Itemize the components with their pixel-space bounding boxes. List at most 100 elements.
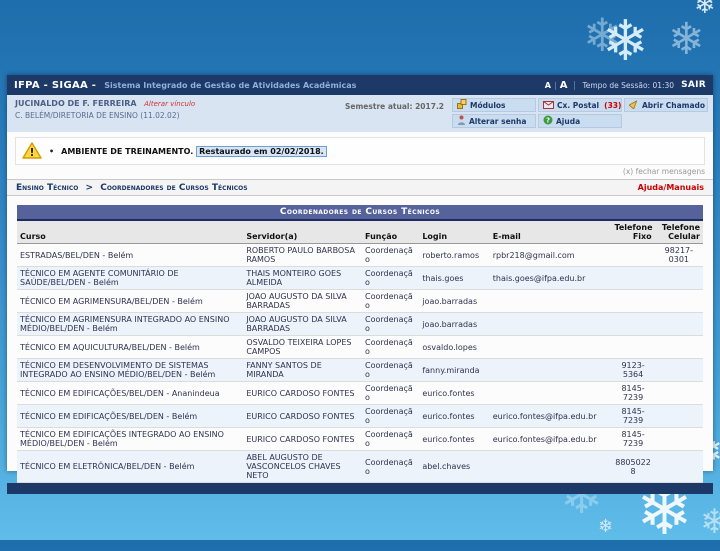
cell-curso: TÉCNICO EM EDIFICAÇÕES/BEL/DEN - Ananind… (17, 381, 244, 405)
modules-icon (457, 99, 467, 111)
cell-email (489, 381, 612, 405)
cell-servidor: ROBERTO PAULO BARBOSA RAMOS (243, 243, 362, 267)
cell-curso: TÉCNICO EM ELETRÔNICA/BEL/DEN - Belém (17, 450, 244, 483)
table-row: TÉCNICO EM EDIFICAÇÕES/BEL/DEN - Belém EU… (17, 404, 703, 428)
breadcrumb-current-page: Coordenadores de Cursos Técnicos (100, 182, 248, 193)
cell-funcao: Coordenação (362, 450, 420, 483)
open-ticket-button-label: Abrir Chamado (642, 100, 706, 110)
cell-email (489, 289, 612, 313)
messages-panel: ! • AMBIENTE DE TREINAMENTO. Restaurado … (15, 137, 705, 176)
cell-funcao: Coordenação (362, 289, 420, 313)
font-control-separator: | (553, 80, 557, 90)
font-increase-button[interactable]: A (560, 80, 568, 91)
cell-servidor: FANNY SANTOS DE MIRANDA (243, 358, 362, 382)
cell-servidor: ABEL AUGUSTO DE VASCONCELOS CHAVES NETO (243, 450, 362, 483)
user-info-bar: JUCINALDO DE F. FERREIRA Alterar vínculo… (7, 95, 713, 132)
modules-button-label: Módulos (470, 100, 506, 110)
cell-login: roberto.ramos (419, 243, 490, 267)
message-bullet: • (49, 146, 55, 156)
logout-button[interactable]: SAIR (681, 80, 706, 90)
cell-login: joao.barradas (419, 289, 490, 313)
cell-fixo (611, 335, 655, 359)
cell-email: thais.goes@ifpa.edu.br (489, 266, 612, 290)
cell-celular (654, 450, 703, 483)
coordinators-table: Curso Servidor(a) Função Login E-mail Telefon… (17, 221, 703, 483)
cell-funcao: Coordenação (362, 243, 420, 267)
warning-prefix: AMBIENTE DE TREINAMENTO. (61, 146, 194, 156)
sigaa-window: IFPA - SIGAA - Sistema Integrado de Gest… (7, 75, 713, 494)
column-header: Curso (17, 221, 244, 244)
change-password-icon (457, 115, 466, 127)
current-semester: Semestre atual: 2017.2 (345, 102, 445, 111)
cell-curso: TÉCNICO EM AGRIMENSURA/BEL/DEN - Belém (17, 289, 244, 313)
cell-email: rpbr218@gmail.com (489, 243, 612, 267)
close-messages-link[interactable]: (x) fechar mensagens (15, 167, 705, 176)
open-ticket-button[interactable]: Abrir Chamado (624, 98, 708, 112)
change-password-button[interactable]: Alterar senha (452, 114, 536, 128)
change-password-button-label: Alterar senha (469, 116, 527, 126)
column-header: E-mail (489, 221, 612, 244)
table-row: TÉCNICO EM DESENVOLVIMENTO DE SISTEMAS I… (17, 358, 703, 382)
snowflake-icon (602, 14, 649, 70)
coordinators-table-body: ESTRADAS/BEL/DEN - Belém ROBERTO PAULO BA… (17, 243, 703, 483)
breadcrumb-separator: > (85, 182, 94, 193)
mailbox-button-label: Cx. Postal (557, 100, 600, 110)
help-manuals-link[interactable]: Ajuda/Manuais (638, 183, 704, 192)
cell-funcao: Coordenação (362, 381, 420, 405)
column-header: Função (362, 221, 420, 244)
column-header: Login (419, 221, 490, 244)
warning-message-text: AMBIENTE DE TREINAMENTO. Restaurado em 0… (61, 145, 327, 157)
snowflake-icon (700, 505, 720, 539)
cell-servidor: OSVALDO TEIXEIRA LOPES CAMPOS (243, 335, 362, 359)
cell-fixo: 88050228 (611, 450, 655, 483)
breadcrumb: Ensino Técnico > Coordenadores de Cursos… (16, 183, 248, 193)
cell-fixo (611, 289, 655, 313)
font-decrease-button[interactable]: A (545, 81, 551, 90)
cell-celular: 98217-0301 (654, 243, 703, 267)
mailbox-button[interactable]: Cx. Postal (33) (538, 98, 622, 112)
mailbox-unread-count: (33) (604, 100, 622, 110)
header-buttons: Módulos Cx. Postal (33) Abrir Chamado Al… (452, 98, 708, 128)
table-row: TÉCNICO EM EDIFICAÇÕES/BEL/DEN - Ananind… (17, 381, 703, 405)
table-row: TÉCNICO EM EDIFICAÇÕES INTEGRADO AO ENSI… (17, 427, 703, 451)
cell-email: eurico.fontes@ifpa.edu.br (489, 427, 612, 451)
cell-fixo (611, 243, 655, 267)
cell-celular (654, 358, 703, 382)
snowflake-icon (668, 18, 705, 62)
cell-login: joao.barradas (419, 312, 490, 336)
cell-fixo: 8145-7239 (611, 381, 655, 405)
mailbox-icon (543, 100, 554, 111)
column-header: Telefone Celular (654, 221, 703, 244)
cell-email (489, 312, 612, 336)
cell-fixo: 9123-5364 (611, 358, 655, 382)
cell-email: eurico.fontes@ifpa.edu.br (489, 404, 612, 428)
cell-login: osvaldo.lopes (419, 335, 490, 359)
cell-login: abel.chaves (419, 450, 490, 483)
cell-celular (654, 312, 703, 336)
main-content: Coordenadores de Cursos Técnicos Curso Se… (7, 196, 713, 483)
warning-highlight: Restaurado em 02/02/2018. (196, 145, 327, 157)
modules-button[interactable]: Módulos (452, 98, 536, 112)
snowflake-icon (694, 0, 716, 18)
change-bond-link[interactable]: Alterar vínculo (144, 100, 195, 108)
user-name: JUCINALDO DE F. FERREIRA (15, 99, 137, 108)
top-navy-bar: IFPA - SIGAA - Sistema Integrado de Gest… (7, 75, 713, 95)
cell-servidor: EURICO CARDOSO FONTES (243, 404, 362, 428)
session-timer: Tempo de Sessão: 01:30 (574, 80, 674, 90)
table-row: TÉCNICO EM AGENTE COMUNITÁRIO DE SAÚDE/B… (17, 266, 703, 290)
breadcrumb-section-link[interactable]: Ensino Técnico (16, 183, 78, 193)
table-row: TÉCNICO EM AQUICULTURA/BEL/DEN - Belém OS… (17, 335, 703, 359)
table-header-row: Curso Servidor(a) Função Login E-mail Telefon… (17, 221, 703, 244)
help-button[interactable]: ? Ajuda (538, 114, 622, 128)
cell-servidor: JOAO AUGUSTO DA SILVA BARRADAS (243, 312, 362, 336)
brand-logo[interactable]: IFPA - SIGAA - (14, 80, 96, 91)
column-header: Telefone Fixo (611, 221, 655, 244)
cell-celular (654, 335, 703, 359)
svg-text:!: ! (29, 146, 34, 159)
table-row: ESTRADAS/BEL/DEN - Belém ROBERTO PAULO BA… (17, 243, 703, 267)
cell-fixo (611, 312, 655, 336)
table-row: TÉCNICO EM ELETRÔNICA/BEL/DEN - Belém ABE… (17, 450, 703, 483)
snowflake-icon (583, 12, 622, 58)
warning-message-box: ! • AMBIENTE DE TREINAMENTO. Restaurado … (15, 137, 705, 165)
cell-servidor: EURICO CARDOSO FONTES (243, 381, 362, 405)
